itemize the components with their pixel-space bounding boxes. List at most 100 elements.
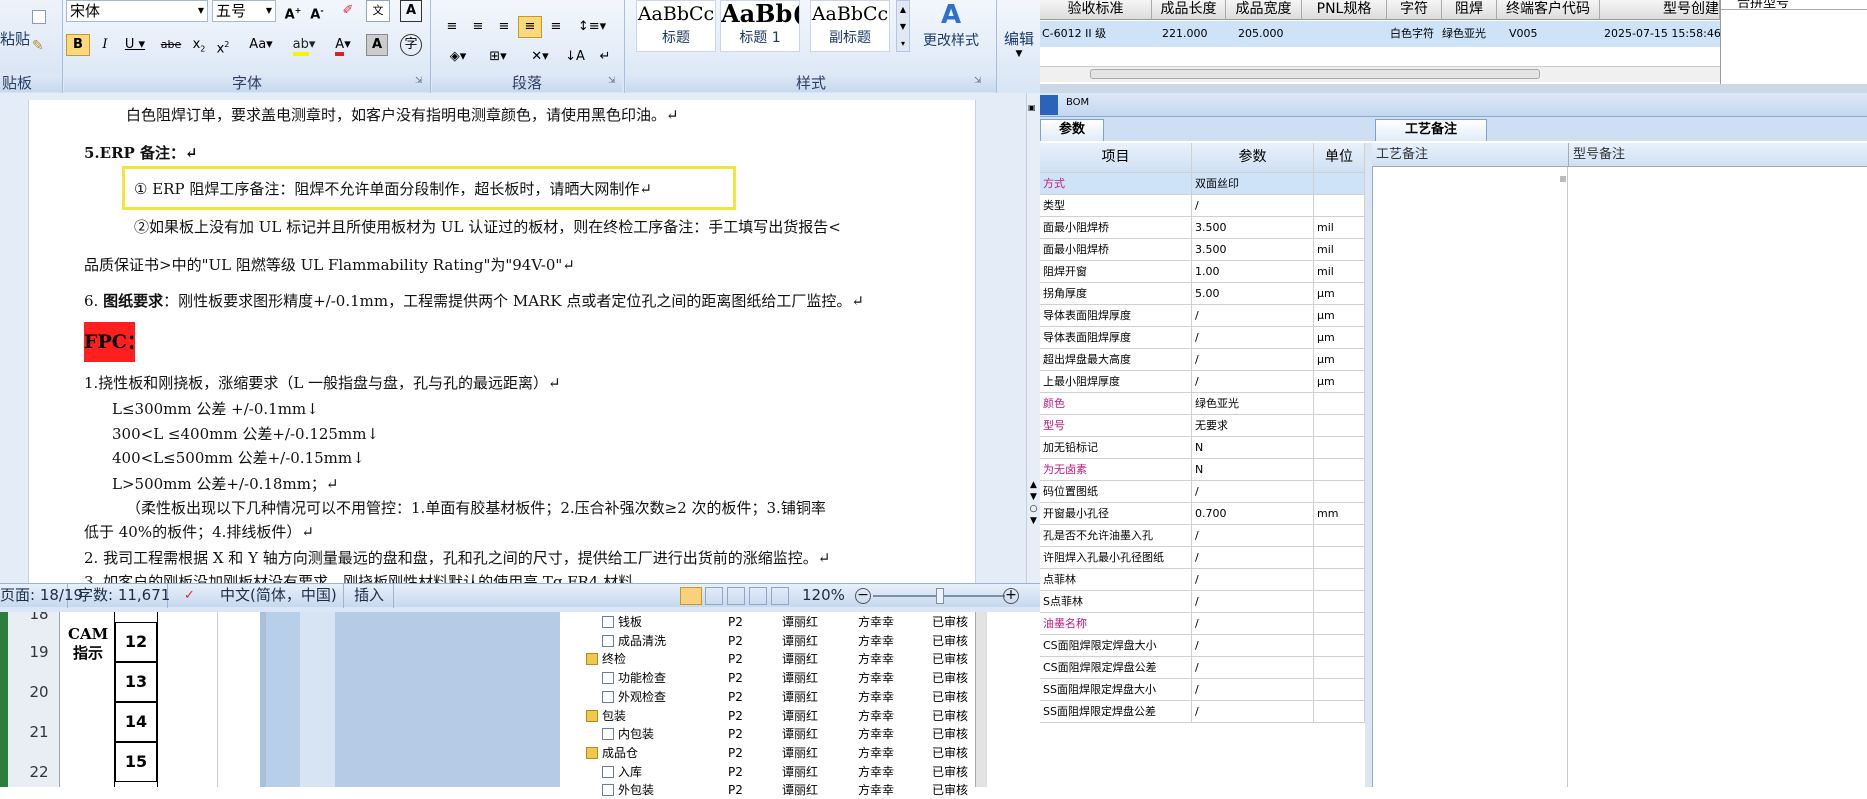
param-value[interactable]: / <box>1192 657 1314 678</box>
zoom-slider-thumb[interactable] <box>936 588 944 604</box>
col-header[interactable]: 字符 <box>1387 0 1442 20</box>
col-header[interactable]: PNL规格 <box>1302 0 1387 20</box>
scrollbar-thumb[interactable] <box>1090 69 1540 79</box>
superscript-button[interactable]: x2 <box>212 34 234 56</box>
param-value[interactable]: 绿色亚光 <box>1192 393 1314 414</box>
param-row[interactable]: 为无卤素 N <box>1040 459 1365 481</box>
splitter[interactable] <box>1365 143 1372 787</box>
scroll-arrow-icon[interactable] <box>1560 176 1566 182</box>
param-row[interactable]: 类型 / <box>1040 195 1365 217</box>
cell-box[interactable]: 12 <box>115 622 157 662</box>
align-right-icon[interactable]: ≡ <box>492 16 516 38</box>
row-number[interactable]: 19 <box>18 643 60 661</box>
param-value[interactable]: 3.500 <box>1192 217 1314 238</box>
distribute-icon[interactable]: ≡ <box>544 16 568 38</box>
justify-icon[interactable]: ≡ <box>518 16 542 38</box>
align-left-icon[interactable]: ≡ <box>440 16 464 38</box>
italic-button[interactable]: I <box>94 34 116 56</box>
paste-button[interactable]: 粘贴 <box>0 28 30 49</box>
param-row[interactable]: 阻焊开窗 1.00 mil <box>1040 261 1365 283</box>
word-count[interactable]: 字数: 11,671 <box>78 584 170 608</box>
cam-cell[interactable]: CAM 指示 <box>60 605 115 787</box>
col-header[interactable]: 工艺备注 <box>1372 143 1569 166</box>
ruler-icon[interactable]: ▣ <box>1028 103 1038 117</box>
col-header[interactable]: 型号备注 <box>1569 143 1769 166</box>
param-value[interactable]: / <box>1192 525 1314 546</box>
grid-row-selected[interactable]: C-6012 II 级 221.000 205.000 白色字符 绿色亚光 V0… <box>1040 21 1720 47</box>
param-value[interactable]: / <box>1192 613 1314 634</box>
font-color-icon[interactable]: A▾ <box>326 34 360 56</box>
dialog-launcher-icon[interactable]: ⇲ <box>415 76 423 86</box>
param-row[interactable]: 开窗最小孔径 0.700 mm <box>1040 503 1365 525</box>
tab-process-remarks[interactable]: 工艺备注 <box>1375 119 1487 141</box>
param-value[interactable]: / <box>1192 547 1314 568</box>
document-icon[interactable] <box>602 765 614 778</box>
full-screen-icon[interactable] <box>705 587 723 605</box>
param-row[interactable]: 导体表面阻焊厚度 / μm <box>1040 327 1365 349</box>
grow-font-button[interactable]: A+ <box>282 0 304 22</box>
param-row[interactable]: 方式 双面丝印 <box>1040 173 1365 195</box>
cell-box[interactable]: 14 <box>115 702 157 742</box>
outline-icon[interactable] <box>749 587 767 605</box>
shrink-font-button[interactable]: A- <box>306 0 328 22</box>
col-header[interactable]: 单位 <box>1314 143 1365 172</box>
insert-mode[interactable]: 插入 <box>354 584 394 608</box>
param-row[interactable]: 许阻焊入孔最小孔径图纸 / <box>1040 547 1365 569</box>
row-number[interactable]: 21 <box>18 723 60 741</box>
splitter[interactable] <box>1040 84 1867 93</box>
zoom-out-icon[interactable]: − <box>855 588 871 604</box>
tab-params[interactable]: 参数 <box>1040 119 1104 141</box>
param-value[interactable]: 1.00 <box>1192 261 1314 282</box>
param-value[interactable]: / <box>1192 349 1314 370</box>
cell-box[interactable]: 15 <box>115 742 157 782</box>
strikethrough-button[interactable]: abe <box>158 34 184 56</box>
param-row[interactable]: SS面阻焊限定焊盘大小 / <box>1040 679 1365 701</box>
param-value[interactable]: / <box>1192 569 1314 590</box>
subscript-button[interactable]: x2 <box>188 34 210 56</box>
zoom-in-icon[interactable]: + <box>1003 588 1019 604</box>
document-icon[interactable] <box>602 784 614 797</box>
param-value[interactable]: 0.700 <box>1192 503 1314 524</box>
param-value[interactable]: / <box>1192 327 1314 348</box>
col-header[interactable]: 项目 <box>1040 143 1192 172</box>
bold-button[interactable]: B <box>66 34 90 56</box>
param-value[interactable]: / <box>1192 305 1314 326</box>
param-value[interactable]: / <box>1192 679 1314 700</box>
col-header[interactable]: 验收标准 <box>1040 0 1152 20</box>
style-heading1[interactable]: AaBb(标题 1 <box>720 0 800 52</box>
underline-button[interactable]: U ▾ <box>120 34 150 56</box>
param-row[interactable]: CS面阻焊限定焊盘公差 / <box>1040 657 1365 679</box>
param-row[interactable]: 加无铅标记 N <box>1040 437 1365 459</box>
spell-check-icon[interactable]: ✓ <box>184 584 195 608</box>
col-header[interactable]: 成品长度 <box>1152 0 1226 20</box>
param-row[interactable]: 型号 无要求 <box>1040 415 1365 437</box>
dialog-launcher-icon[interactable]: ⇲ <box>974 76 982 86</box>
param-row[interactable]: 面最小阻焊桥 3.500 mil <box>1040 239 1365 261</box>
style-heading[interactable]: AaBbCc 标题 <box>636 0 716 52</box>
highlight-color-icon[interactable]: ab▾ <box>286 34 322 56</box>
param-value[interactable]: / <box>1192 635 1314 656</box>
param-row[interactable]: 面最小阻焊桥 3.500 mil <box>1040 217 1365 239</box>
font-name-combo[interactable]: 宋体 ▼ <box>66 0 208 22</box>
row-number[interactable]: 22 <box>18 763 60 781</box>
folder-icon[interactable] <box>586 653 598 666</box>
web-layout-icon[interactable] <box>727 587 745 605</box>
param-row[interactable]: S点菲林 / <box>1040 591 1365 613</box>
dialog-launcher-icon[interactable]: ⇲ <box>608 76 616 86</box>
param-row[interactable]: 拐角厚度 5.00 μm <box>1040 283 1365 305</box>
param-value[interactable]: 3.500 <box>1192 239 1314 260</box>
chevron-down-icon[interactable]: ▼ <box>198 1 204 21</box>
clear-format-icon[interactable]: ✐ <box>336 0 360 22</box>
bom-tab[interactable]: BOM <box>1066 97 1089 108</box>
col-header[interactable]: 阻焊 <box>1442 0 1497 20</box>
font-size-combo[interactable]: 五号 ▼ <box>212 0 276 22</box>
chevron-down-icon[interactable]: ▼ <box>266 1 272 21</box>
char-border-icon[interactable]: A <box>400 0 422 22</box>
chinese-layout-icon[interactable]: ✕▾ <box>522 46 558 68</box>
param-row[interactable]: 导体表面阻焊厚度 / μm <box>1040 305 1365 327</box>
vertical-scrollbar[interactable] <box>975 605 987 787</box>
vertical-scrollbar[interactable]: ▣ ▲ ▼ ○ ▼ <box>1026 93 1040 583</box>
param-value[interactable]: N <box>1192 437 1314 458</box>
param-row[interactable]: 码位置图纸 / <box>1040 481 1365 503</box>
shading-icon[interactable]: ◈▾ <box>440 46 476 68</box>
